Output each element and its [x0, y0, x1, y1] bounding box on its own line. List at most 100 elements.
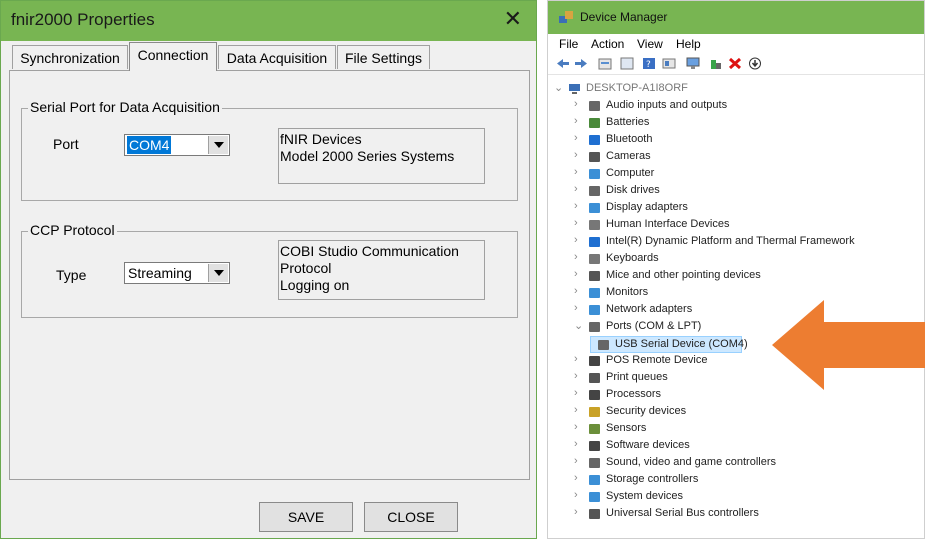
chevron-right-icon[interactable]: › [574, 217, 584, 229]
menu-action[interactable]: Action [591, 37, 624, 51]
chevron-right-icon[interactable]: › [574, 234, 584, 246]
tree-item-label: Cameras [606, 150, 651, 162]
tree-item-label: USB Serial Device (COM4) [615, 338, 748, 350]
port-info-line: Model 2000 Series Systems [280, 148, 455, 164]
chevron-right-icon[interactable]: › [574, 268, 584, 280]
chevron-right-icon[interactable]: › [574, 285, 584, 297]
disk-icon [589, 186, 600, 196]
chevron-right-icon[interactable]: › [574, 149, 584, 161]
chevron-right-icon[interactable]: › [574, 115, 584, 127]
type-value: Streaming [128, 265, 192, 281]
hid-icon [589, 220, 600, 230]
usb-serial-icon [598, 340, 609, 350]
tree-item-label: Disk drives [606, 184, 660, 196]
view-icon[interactable] [662, 57, 676, 70]
chevron-right-icon[interactable]: › [574, 251, 584, 263]
chevron-right-icon[interactable]: › [574, 98, 584, 110]
usb-icon [589, 509, 600, 519]
ccp-info-line: COBI Studio Communication [280, 243, 459, 259]
sound-icon [589, 458, 600, 468]
serial-port-group: Serial Port for Data Acquisition Port CO… [21, 99, 518, 201]
back-icon[interactable] [556, 57, 570, 70]
tree-item-label: Print queues [606, 371, 668, 383]
chevron-down-icon[interactable]: ⌄ [574, 319, 584, 332]
ccp-info-box: COBI Studio Communication Protocol Loggi… [278, 240, 485, 300]
port-label: Port [53, 136, 79, 152]
monitor-icon [589, 288, 600, 298]
chevron-right-icon[interactable]: › [574, 302, 584, 314]
tree-item-label: Software devices [606, 439, 690, 451]
tree-item-label: POS Remote Device [606, 354, 708, 366]
system-icon [589, 492, 600, 502]
processor-icon [589, 390, 600, 400]
tree-item-label: Audio inputs and outputs [606, 99, 728, 111]
software-icon [589, 441, 600, 451]
tree-item-label: Universal Serial Bus controllers [606, 507, 759, 519]
dialog-title-bar[interactable]: fnir2000 Properties ✕ [1, 1, 536, 41]
close-icon[interactable]: ✕ [504, 7, 522, 31]
tree-item-label: Bluetooth [606, 133, 653, 145]
orange-arrow-annotation [772, 300, 925, 390]
ccp-protocol-group: CCP Protocol Type Streaming COBI Studio … [21, 222, 518, 318]
tab-file-settings[interactable]: File Settings [337, 45, 430, 69]
device-manager-icon [559, 11, 573, 23]
properties-icon[interactable] [598, 57, 612, 70]
tree-item-label: Mice and other pointing devices [606, 269, 761, 281]
computer-icon [589, 169, 600, 179]
tab-synchronization[interactable]: Synchronization [12, 45, 128, 69]
show-hidden-icon[interactable] [620, 57, 634, 70]
chevron-right-icon[interactable]: › [574, 489, 584, 501]
chevron-right-icon[interactable]: › [574, 438, 584, 450]
chevron-right-icon[interactable]: › [574, 506, 584, 518]
port-info-line: fNIR Devices [280, 131, 362, 147]
chevron-down-icon[interactable] [208, 264, 228, 282]
battery-icon [589, 118, 600, 128]
help-icon[interactable]: ? [642, 57, 656, 70]
close-button[interactable]: CLOSE [364, 502, 458, 532]
tree-item-label: Network adapters [606, 303, 693, 315]
tree-item-label: Security devices [606, 405, 687, 417]
chevron-right-icon[interactable]: › [574, 166, 584, 178]
type-select[interactable]: Streaming [124, 262, 230, 284]
chevron-right-icon[interactable]: › [574, 404, 584, 416]
keyboard-icon [589, 254, 600, 264]
tree-root[interactable]: ⌄ DESKTOP-A1I8ORF [554, 81, 854, 98]
tab-data-acquisition[interactable]: Data Acquisition [218, 45, 336, 69]
dialog-title: fnir2000 Properties [11, 10, 155, 29]
update-driver-icon[interactable] [709, 57, 723, 70]
chevron-down-icon[interactable]: ⌄ [554, 81, 564, 94]
device-manager-title-bar[interactable]: Device Manager [548, 1, 924, 34]
network-icon [589, 305, 600, 315]
menu-view[interactable]: View [637, 37, 663, 51]
menu-help[interactable]: Help [676, 37, 701, 51]
tree-child-item[interactable]: USB Serial Device (COM4) [590, 336, 748, 353]
tree-item-label: Human Interface Devices [606, 218, 730, 230]
tree-item-label: Computer [606, 167, 655, 179]
chevron-right-icon[interactable]: › [574, 353, 584, 365]
svg-text:?: ? [646, 60, 651, 70]
menu-file[interactable]: File [559, 37, 578, 51]
tree-item-label: Batteries [606, 116, 650, 128]
tab-connection[interactable]: Connection [129, 42, 217, 71]
download-icon[interactable] [748, 57, 762, 70]
intel-icon [589, 237, 600, 247]
tree-item-label: Storage controllers [606, 473, 699, 485]
chevron-right-icon[interactable]: › [574, 421, 584, 433]
chevron-down-icon[interactable] [208, 136, 228, 154]
forward-icon[interactable] [574, 57, 588, 70]
chevron-right-icon[interactable]: › [574, 200, 584, 212]
scan-hardware-icon[interactable] [686, 57, 700, 70]
mouse-icon [589, 271, 600, 281]
chevron-right-icon[interactable]: › [574, 387, 584, 399]
uninstall-icon[interactable] [728, 57, 742, 70]
tree-item-label: System devices [606, 490, 684, 502]
chevron-right-icon[interactable]: › [574, 183, 584, 195]
save-button[interactable]: SAVE [259, 502, 353, 532]
chevron-right-icon[interactable]: › [574, 472, 584, 484]
port-value: COM4 [127, 136, 172, 154]
speaker-icon [589, 101, 600, 111]
chevron-right-icon[interactable]: › [574, 132, 584, 144]
chevron-right-icon[interactable]: › [574, 455, 584, 467]
chevron-right-icon[interactable]: › [574, 370, 584, 382]
port-select[interactable]: COM4 [124, 134, 230, 156]
